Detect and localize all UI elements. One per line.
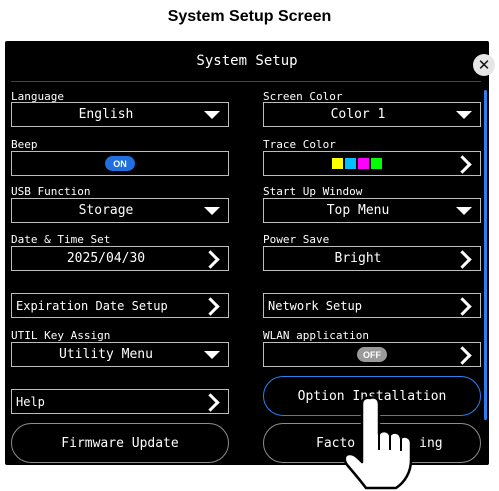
network-setup-label: Network Setup: [268, 298, 362, 313]
chevron-right-icon: [453, 155, 472, 174]
wlan-toggle[interactable]: OFF: [357, 347, 387, 362]
caret-down-icon: [204, 351, 220, 359]
language-dropdown[interactable]: English: [11, 102, 229, 127]
trace-swatch-3: [358, 158, 369, 169]
datetime-value: 2025/04/30: [66, 251, 146, 266]
datetime-button[interactable]: 2025/04/30: [11, 246, 229, 271]
util-key-dropdown[interactable]: Utility Menu: [11, 342, 229, 367]
wlan-label: WLAN application: [263, 329, 369, 342]
caret-down-icon: [456, 111, 472, 119]
startup-window-dropdown[interactable]: Top Menu: [263, 198, 481, 223]
trace-swatch-4: [371, 158, 382, 169]
beep-toggle[interactable]: ON: [105, 156, 135, 171]
network-setup-button[interactable]: Network Setup: [263, 293, 481, 318]
usb-function-label: USB Function: [11, 185, 91, 198]
beep-label: Beep: [11, 138, 38, 151]
figure-caption: System Setup Screen: [167, 8, 332, 25]
power-save-label: Power Save: [263, 233, 330, 246]
startup-window-value: Top Menu: [326, 203, 390, 218]
language-value: English: [78, 107, 134, 122]
wlan-toggle-field[interactable]: OFF: [263, 342, 481, 367]
chevron-right-icon: [453, 346, 472, 365]
factory-label-right: ing: [419, 435, 443, 451]
trace-color-label: Trace Color: [263, 138, 336, 151]
power-save-button[interactable]: Bright: [263, 246, 481, 271]
pointing-hand-icon: [343, 396, 413, 490]
caret-down-icon: [204, 111, 220, 119]
caret-down-icon: [456, 207, 472, 215]
close-icon[interactable]: ✕: [473, 54, 495, 76]
screen-color-value: Color 1: [330, 107, 386, 122]
trace-swatch-1: [332, 158, 343, 169]
util-key-label: UTIL Key Assign: [11, 329, 111, 342]
datetime-label: Date & Time Set: [11, 233, 111, 246]
trace-swatch-2: [345, 158, 356, 169]
power-save-value: Bright: [334, 251, 382, 266]
util-key-value: Utility Menu: [59, 347, 153, 362]
trace-color-swatches: [332, 158, 382, 169]
usb-function-value: Storage: [78, 203, 134, 218]
firmware-update-button[interactable]: Firmware Update: [11, 423, 229, 463]
title-divider: [11, 81, 481, 82]
usb-function-dropdown[interactable]: Storage: [11, 198, 229, 223]
help-button[interactable]: Help: [11, 389, 229, 414]
beep-toggle-field[interactable]: ON: [11, 151, 229, 176]
trace-color-button[interactable]: [263, 151, 481, 176]
screen-color-dropdown[interactable]: Color 1: [263, 102, 481, 127]
window-title: System Setup: [196, 53, 298, 69]
scrollbar[interactable]: [484, 90, 487, 420]
caret-down-icon: [204, 207, 220, 215]
expiration-date-button[interactable]: Expiration Date Setup: [11, 293, 229, 318]
startup-window-label: Start Up Window: [263, 185, 363, 198]
help-label: Help: [16, 394, 45, 409]
expiration-date-label: Expiration Date Setup: [16, 298, 168, 313]
